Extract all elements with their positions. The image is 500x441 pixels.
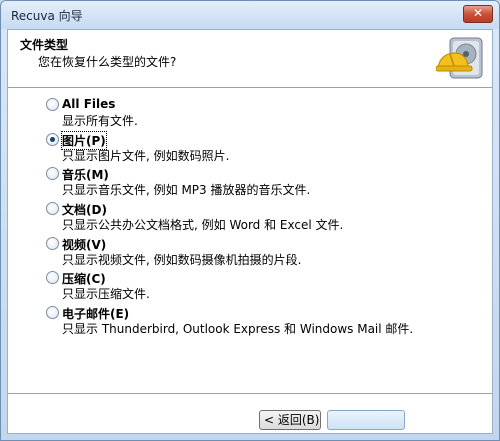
radio-email[interactable] (46, 306, 59, 319)
radio-pictures[interactable] (46, 133, 59, 146)
option-description: 只显示压缩文件. (62, 287, 150, 301)
option-pictures[interactable]: 图片(P) 只显示图片文件, 例如数码照片. (46, 131, 486, 164)
wizard-window: Recuva 向导 ✕ 文件类型 您在恢复什么类型的文件? All Files (0, 0, 500, 441)
option-description: 只显示公共办公文档格式, 例如 Word 和 Excel 文件. (62, 218, 344, 232)
page-title: 文件类型 (20, 38, 69, 52)
option-compressed[interactable]: 压缩(C) 只显示压缩文件. (46, 270, 486, 302)
option-email[interactable]: 电子邮件(E) 只显示 Thunderbird, Outlook Express… (46, 305, 486, 337)
radio-music[interactable] (46, 167, 59, 180)
back-button[interactable]: < 返回(B) (259, 410, 321, 430)
title-bar[interactable]: Recuva 向导 ✕ (1, 1, 499, 29)
next-button[interactable] (327, 410, 405, 430)
header-divider (8, 87, 492, 91)
window-title: Recuva 向导 (11, 9, 83, 23)
option-music[interactable]: 音乐(M) 只显示音乐文件, 例如 MP3 播放器的音乐文件. (46, 166, 486, 198)
option-description: 只显示图片文件, 例如数码照片. (62, 149, 230, 163)
option-description: 只显示视频文件, 例如数码摄像机拍摄的片段. (62, 253, 302, 267)
page-subtitle: 您在恢复什么类型的文件? (38, 55, 177, 69)
option-description: 只显示 Thunderbird, Outlook Express 和 Windo… (62, 322, 414, 336)
option-description: 只显示音乐文件, 例如 MP3 播放器的音乐文件. (62, 183, 311, 197)
close-icon: ✕ (472, 6, 484, 20)
footer-divider (8, 393, 492, 397)
radio-documents[interactable] (46, 202, 59, 215)
radio-compressed[interactable] (46, 271, 59, 284)
option-video[interactable]: 视频(V) 只显示视频文件, 例如数码摄像机拍摄的片段. (46, 236, 486, 268)
option-all-files[interactable]: All Files 显示所有文件. (46, 97, 486, 129)
hard-drive-with-hardhat-icon (436, 37, 483, 79)
wizard-content: 文件类型 您在恢复什么类型的文件? All Files 显示所有文件. 图片(P… (7, 29, 493, 434)
wizard-header: 文件类型 您在恢复什么类型的文件? (8, 30, 492, 86)
close-button[interactable]: ✕ (463, 5, 493, 23)
option-description: 显示所有文件. (62, 114, 138, 128)
radio-all-files[interactable] (46, 98, 59, 111)
option-documents[interactable]: 文档(D) 只显示公共办公文档格式, 例如 Word 和 Excel 文件. (46, 201, 486, 233)
radio-video[interactable] (46, 237, 59, 250)
option-label: All Files (62, 97, 116, 111)
